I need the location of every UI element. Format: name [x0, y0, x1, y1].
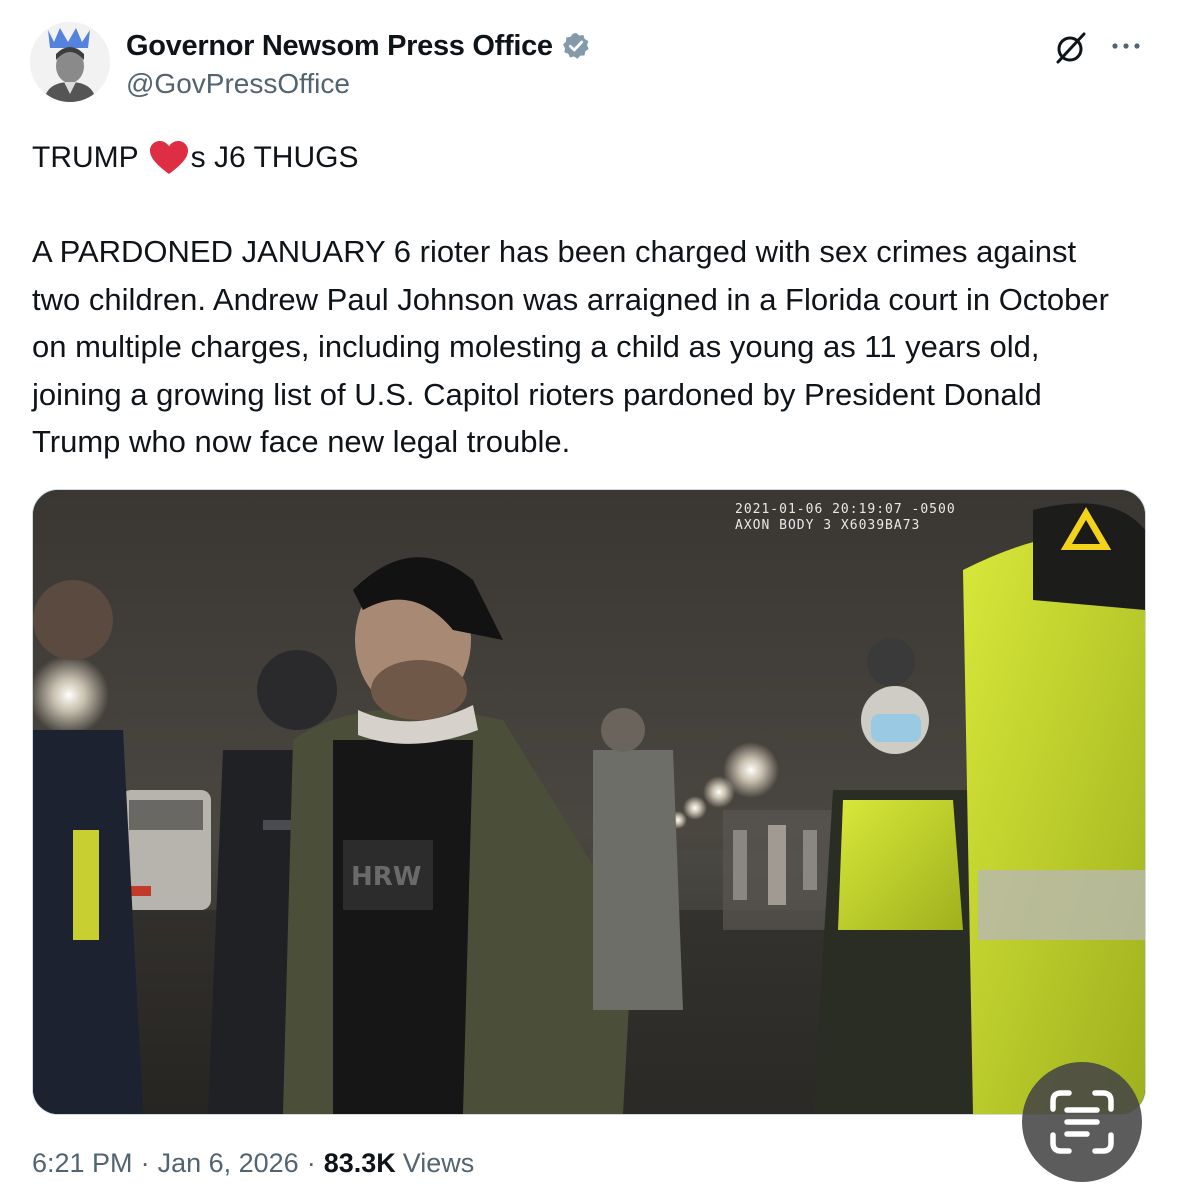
- tweet-card: Governor Newsom Press Office @GovPressOf…: [0, 0, 1178, 1200]
- text-scan-icon: [1050, 1090, 1114, 1154]
- views-label[interactable]: Views: [403, 1148, 475, 1179]
- grok-icon[interactable]: [1053, 30, 1089, 66]
- bodycam-timestamp-line1: 2021-01-06 20:19:07 -0500: [735, 502, 956, 517]
- meta-separator: ·: [306, 1148, 316, 1178]
- bodycam-photo: HRW: [33, 490, 1145, 1114]
- text-scan-button[interactable]: [1022, 1062, 1142, 1182]
- post-image[interactable]: HRW 2021-01-06 20:19:07 -0500 AXON BODY …: [32, 489, 1146, 1115]
- more-icon[interactable]: [1110, 34, 1142, 58]
- author-handle[interactable]: @GovPressOffice: [126, 68, 350, 100]
- headline-text-before: TRUMP: [32, 141, 139, 174]
- meta-separator: ·: [140, 1148, 150, 1178]
- bodycam-timestamp: 2021-01-06 20:19:07 -0500 AXON BODY 3 X6…: [735, 502, 956, 534]
- author-name-row[interactable]: Governor Newsom Press Office: [126, 28, 591, 64]
- svg-text:HRW: HRW: [351, 862, 421, 892]
- post-body: A PARDONED JANUARY 6 rioter has been cha…: [32, 234, 1109, 459]
- post-headline: TRUMP s J6 THUGS: [32, 136, 358, 180]
- post-date[interactable]: Jan 6, 2026: [158, 1148, 299, 1179]
- bodycam-timestamp-line2: AXON BODY 3 X6039BA73: [735, 518, 921, 533]
- verified-badge-icon: [562, 32, 589, 59]
- axon-logo-icon: [1057, 503, 1115, 552]
- author-display-name[interactable]: Governor Newsom Press Office: [126, 30, 553, 63]
- post-time[interactable]: 6:21 PM: [32, 1148, 133, 1179]
- post-meta: 6:21 PM · Jan 6, 2026 · 83.3K Views: [32, 1148, 474, 1179]
- avatar[interactable]: [30, 22, 110, 102]
- views-count[interactable]: 83.3K: [324, 1148, 396, 1179]
- heart-icon: [149, 141, 188, 174]
- headline-text-after: s J6 THUGS: [190, 141, 359, 174]
